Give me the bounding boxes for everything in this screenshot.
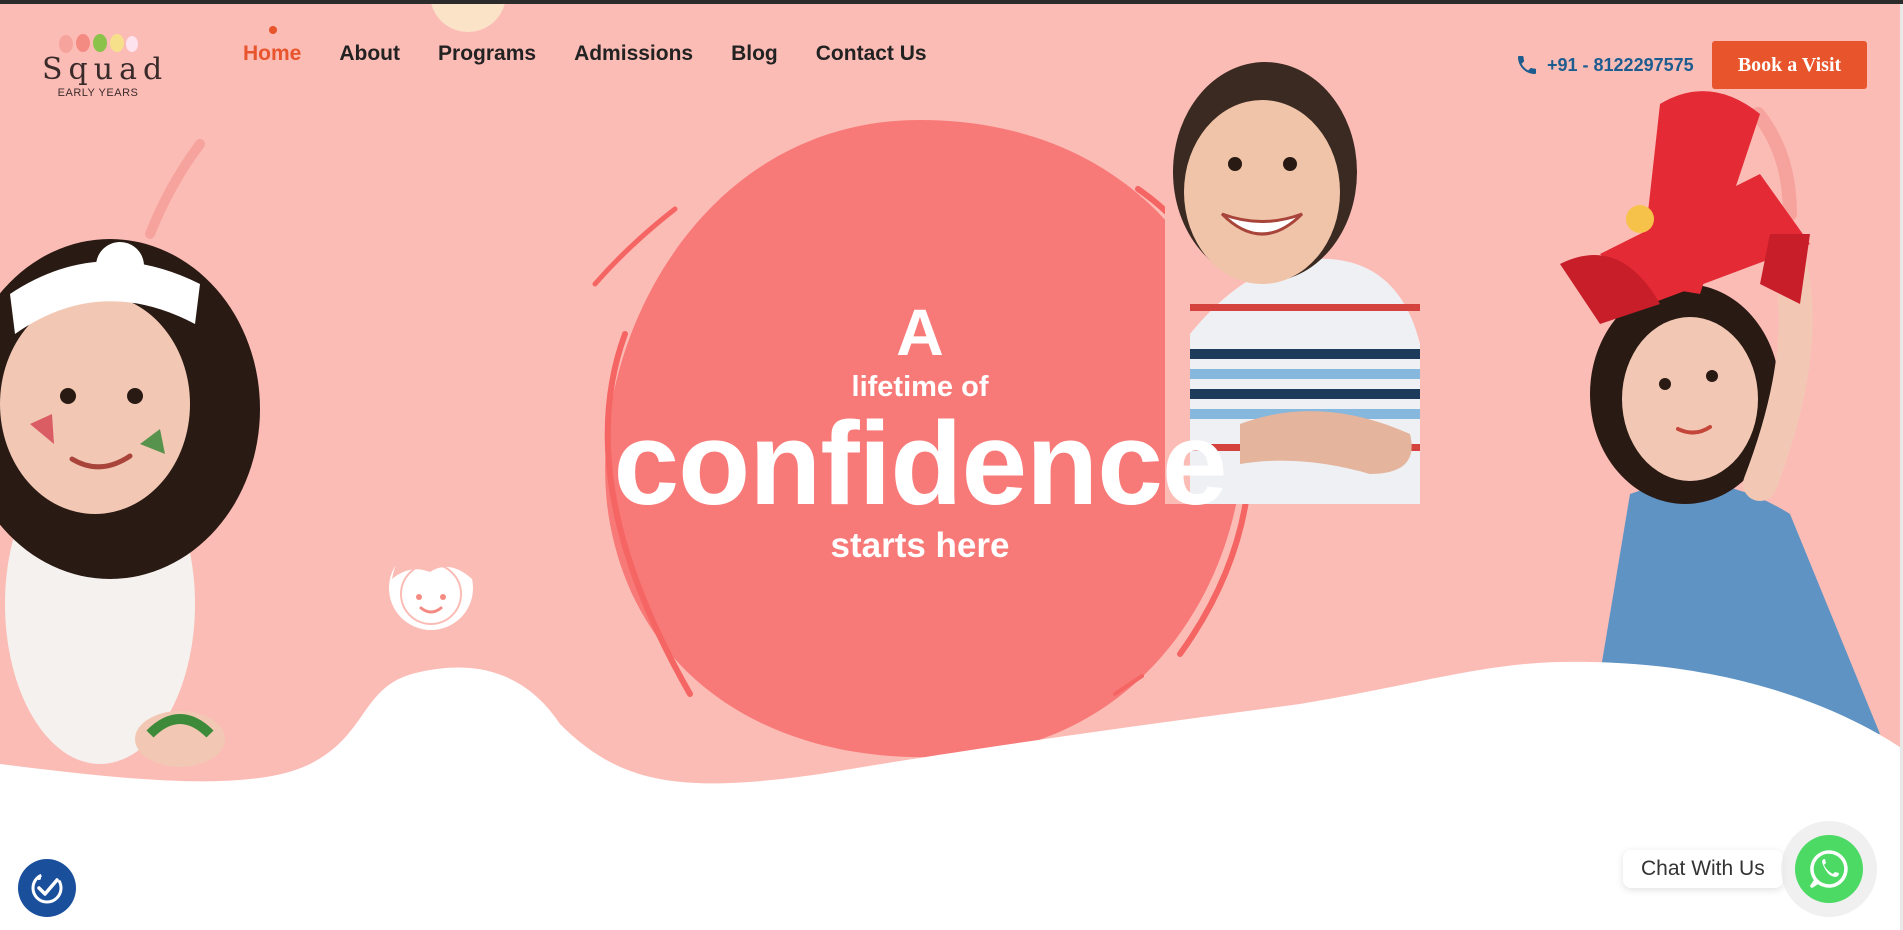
nav-item-contact-us[interactable]: Contact Us [816,42,927,66]
logo-subtitle: EARLY YEARS [57,87,139,99]
logo-wordmark: Squad [42,52,169,87]
girl-right-photo [1560,91,1880,734]
hero-section: Squad EARLY YEARS Home About Programs Ad… [0,4,1903,930]
book-a-visit-button[interactable]: Book a Visit [1712,41,1867,89]
decor-stroke [145,139,205,239]
nav-item-about[interactable]: About [339,42,400,66]
chat-with-us-label[interactable]: Chat With Us [1623,850,1783,888]
hero-headline: A lifetime of confidence starts here [610,294,1230,568]
whatsapp-icon [1810,850,1848,888]
cartoon-face-icon [389,538,473,630]
nav-item-blog[interactable]: Blog [731,42,778,66]
whatsapp-chat-button[interactable] [1795,835,1863,903]
nav-item-home[interactable]: Home [243,26,301,66]
decor-sun [431,4,505,32]
main-nav: Home About Programs Admissions Blog Cont… [243,26,927,66]
phone-number: +91 - 8122297575 [1547,54,1694,75]
headline-line-4: starts here [830,526,1010,565]
site-logo[interactable]: Squad EARLY YEARS [38,28,169,108]
nav-item-admissions[interactable]: Admissions [574,42,693,66]
phone-icon [1518,56,1536,74]
phone-link[interactable]: +91 - 8122297575 [1515,53,1694,77]
girl-left-photo [0,239,260,767]
accessibility-button[interactable] [18,859,76,917]
logo-dots-icon [59,34,138,53]
nav-item-programs[interactable]: Programs [438,42,536,66]
accessibility-icon [31,872,63,904]
headline-line-1: A [896,295,944,369]
headline-line-3: confidence [613,398,1228,530]
